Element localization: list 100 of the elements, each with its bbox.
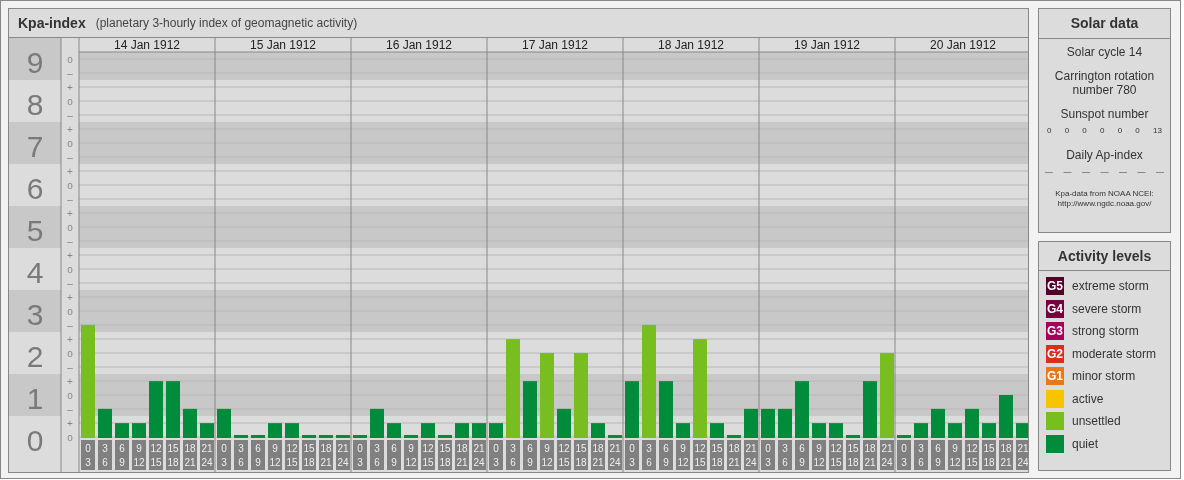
ap-index-value: — [1100, 166, 1109, 178]
sub-level-label: o [67, 306, 73, 317]
date-label: 18 Jan 1912 [657, 38, 725, 52]
ap-index-value: — [1156, 166, 1164, 178]
time-range-label: 12 15 [829, 440, 843, 470]
date-label: 19 Jan 1912 [793, 38, 861, 52]
level-label: extreme storm [1072, 278, 1149, 295]
time-range-label: 12 15 [285, 440, 299, 470]
time-range-label: 9 12 [676, 440, 690, 470]
time-range-label: 6 9 [659, 440, 673, 470]
date-label: 16 Jan 1912 [385, 38, 453, 52]
time-range-label: 0 3 [897, 440, 911, 470]
ap-index-value: — [1045, 166, 1053, 178]
kp-level-label: 4 [26, 256, 44, 289]
ap-index-value: — [1137, 166, 1146, 178]
time-range-label: 0 3 [625, 440, 639, 470]
time-range-label: 3 6 [506, 440, 520, 470]
time-range-label: 21 24 [744, 440, 758, 470]
time-range-label: 15 18 [574, 440, 588, 470]
sub-level-label: o [67, 54, 73, 65]
time-range-label: 12 15 [693, 440, 707, 470]
ap-index-value: — [1063, 166, 1072, 178]
time-range-label: 3 6 [98, 440, 112, 470]
time-range-label: 15 18 [166, 440, 180, 470]
time-range-label: 21 24 [608, 440, 622, 470]
ap-index-label: Daily Ap-index [1066, 148, 1143, 162]
row-stripe [9, 206, 61, 248]
sub-level-label: + [67, 82, 73, 93]
sunspot-label: Sunspot number [1060, 107, 1149, 121]
sub-level-label: + [67, 208, 73, 219]
kp-level-label: 9 [26, 46, 44, 79]
level-swatch: G2 [1046, 344, 1064, 363]
kp-level-label: 3 [26, 298, 44, 331]
sub-level-label: + [67, 418, 73, 429]
level-swatch: G3 [1046, 322, 1064, 340]
panel-title: Activity levels [1057, 246, 1152, 266]
time-range-label: 6 9 [523, 440, 537, 470]
time-range-label: 15 18 [710, 440, 724, 470]
ap-index-value: — [1119, 166, 1127, 178]
panel-title: Solar data [1070, 14, 1139, 33]
kp-level-label: 1 [26, 382, 44, 415]
sub-level-label: + [67, 292, 73, 303]
time-range-label: 21 24 [336, 440, 350, 470]
level-label: moderate storm [1072, 345, 1157, 363]
time-range-label: 3 6 [914, 440, 928, 470]
time-range-label: 21 24 [472, 440, 486, 470]
date-label: 20 Jan 1912 [929, 38, 997, 52]
sub-level-label: o [67, 222, 73, 233]
sunspot-value: 0 [1117, 125, 1123, 137]
level-swatch: G5 [1046, 277, 1064, 295]
time-range-label: 6 9 [387, 440, 401, 470]
sub-level-label: – [67, 362, 73, 373]
row-stripe [9, 374, 61, 416]
sub-level-label: – [67, 194, 73, 205]
time-range-label: 18 21 [455, 440, 469, 470]
sub-level-label: – [67, 236, 73, 247]
time-range-label: 3 6 [642, 440, 656, 470]
time-range-label: 6 9 [115, 440, 129, 470]
row-stripe [9, 38, 61, 80]
row-stripe [9, 290, 61, 332]
sub-level-label: o [67, 432, 73, 443]
time-range-label: 21 24 [880, 440, 894, 470]
sunspot-value: 0 [1064, 125, 1070, 137]
source-text: Kpa-data from NOAA NCEI: [1055, 189, 1154, 199]
level-label: quiet [1072, 435, 1099, 453]
time-range-label: 12 15 [965, 440, 979, 470]
time-range-label: 9 12 [404, 440, 418, 470]
time-range-label: 12 15 [421, 440, 435, 470]
sub-level-label: + [67, 166, 73, 177]
time-range-label: 3 6 [234, 440, 248, 470]
ap-index-value: — [1082, 166, 1090, 178]
kp-level-label: 2 [26, 340, 44, 373]
level-label: minor storm [1072, 368, 1136, 385]
sub-level-label: – [67, 110, 73, 121]
time-range-label: 9 12 [268, 440, 282, 470]
time-range-label: 9 12 [812, 440, 826, 470]
sunspot-value: 13 [1153, 125, 1162, 137]
time-range-label: 18 21 [319, 440, 333, 470]
time-range-label: 12 15 [557, 440, 571, 470]
sub-level-label: + [67, 250, 73, 261]
level-label: severe storm [1072, 300, 1142, 318]
kp-level-label: 0 [26, 424, 44, 457]
row-stripe [9, 122, 61, 164]
date-label: 17 Jan 1912 [521, 38, 589, 52]
time-range-label: 21 24 [200, 440, 214, 470]
kp-level-label: 5 [26, 214, 44, 247]
sub-level-label: o [67, 390, 73, 401]
time-range-label: 0 3 [761, 440, 775, 470]
time-range-label: 0 3 [353, 440, 367, 470]
kp-level-label: 6 [26, 172, 44, 205]
time-range-label: 15 18 [302, 440, 316, 470]
sub-level-label: o [67, 348, 73, 359]
sunspot-value: 0 [1082, 125, 1087, 137]
source-url: http://www.ngdc.noaa.gov/ [1057, 199, 1152, 209]
date-label: 15 Jan 1912 [249, 38, 317, 52]
kp-level-label: 8 [26, 88, 44, 121]
sub-level-label: – [67, 68, 73, 79]
time-range-label: 18 21 [863, 440, 877, 470]
sunspot-value: 0 [1100, 125, 1105, 137]
kp-level-label: 7 [26, 130, 44, 163]
